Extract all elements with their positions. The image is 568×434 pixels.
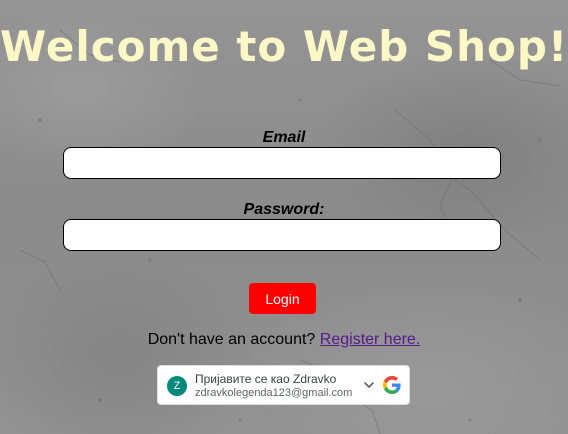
password-label: Password: xyxy=(243,201,325,218)
password-input[interactable] xyxy=(63,219,501,251)
google-logo-icon xyxy=(383,376,401,394)
page-title: Welcome to Web Shop! xyxy=(0,22,568,71)
register-link[interactable]: Register here. xyxy=(320,331,421,348)
google-signin-prompt[interactable]: Z Пријавите се као Zdravko zdravkolegend… xyxy=(157,365,410,405)
signin-as-text: Пријавите се као Zdravko xyxy=(195,372,337,386)
email-input[interactable] xyxy=(63,147,501,179)
chevron-down-icon[interactable] xyxy=(363,379,375,391)
avatar: Z xyxy=(167,376,187,396)
register-prompt-text: Don't have an account? xyxy=(147,331,316,348)
login-button[interactable]: Login xyxy=(249,283,316,314)
email-label: Email xyxy=(262,129,306,146)
register-prompt-line: Don't have an account? Register here. xyxy=(0,331,568,349)
account-email: zdravkolegenda123@gmail.com xyxy=(195,387,353,399)
